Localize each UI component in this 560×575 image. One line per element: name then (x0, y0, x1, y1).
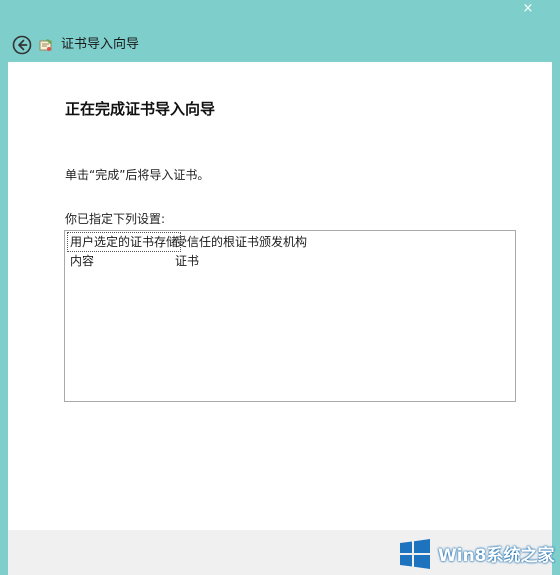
settings-key: 内容 (70, 254, 95, 268)
settings-value: 证书 (175, 254, 200, 268)
window-frame: × 证书导入向导 正在完成证书导入向导 单击“完成”后将导入证书。 你已指定下列… (0, 0, 560, 575)
settings-row-content[interactable]: 内容 证书 (65, 252, 515, 270)
wizard-title: 证书导入向导 (61, 37, 140, 52)
settings-summary-label: 你已指定下列设置: (65, 212, 166, 226)
settings-list[interactable]: 用户选定的证书存储 受信任的根证书颁发机构 内容 证书 (64, 230, 516, 402)
instruction-text: 单击“完成”后将导入证书。 (65, 168, 210, 182)
back-arrow-icon[interactable] (12, 35, 32, 55)
settings-key: 用户选定的证书存储 (66, 232, 182, 252)
settings-row-store[interactable]: 用户选定的证书存储 受信任的根证书颁发机构 (65, 232, 515, 252)
certificate-wizard-icon (38, 37, 54, 53)
page-heading: 正在完成证书导入向导 (65, 100, 216, 118)
window-close-button[interactable]: × (516, 0, 540, 20)
windows-logo-icon (400, 538, 430, 569)
watermark-text: Win8系统之家 (438, 546, 555, 566)
wizard-title-bar: 证书导入向导 (8, 28, 552, 62)
settings-value: 受信任的根证书颁发机构 (175, 235, 308, 249)
site-watermark: Win8系统之家 (398, 532, 560, 575)
wizard-content-pane: 正在完成证书导入向导 单击“完成”后将导入证书。 你已指定下列设置: 用户选定的… (8, 62, 552, 530)
